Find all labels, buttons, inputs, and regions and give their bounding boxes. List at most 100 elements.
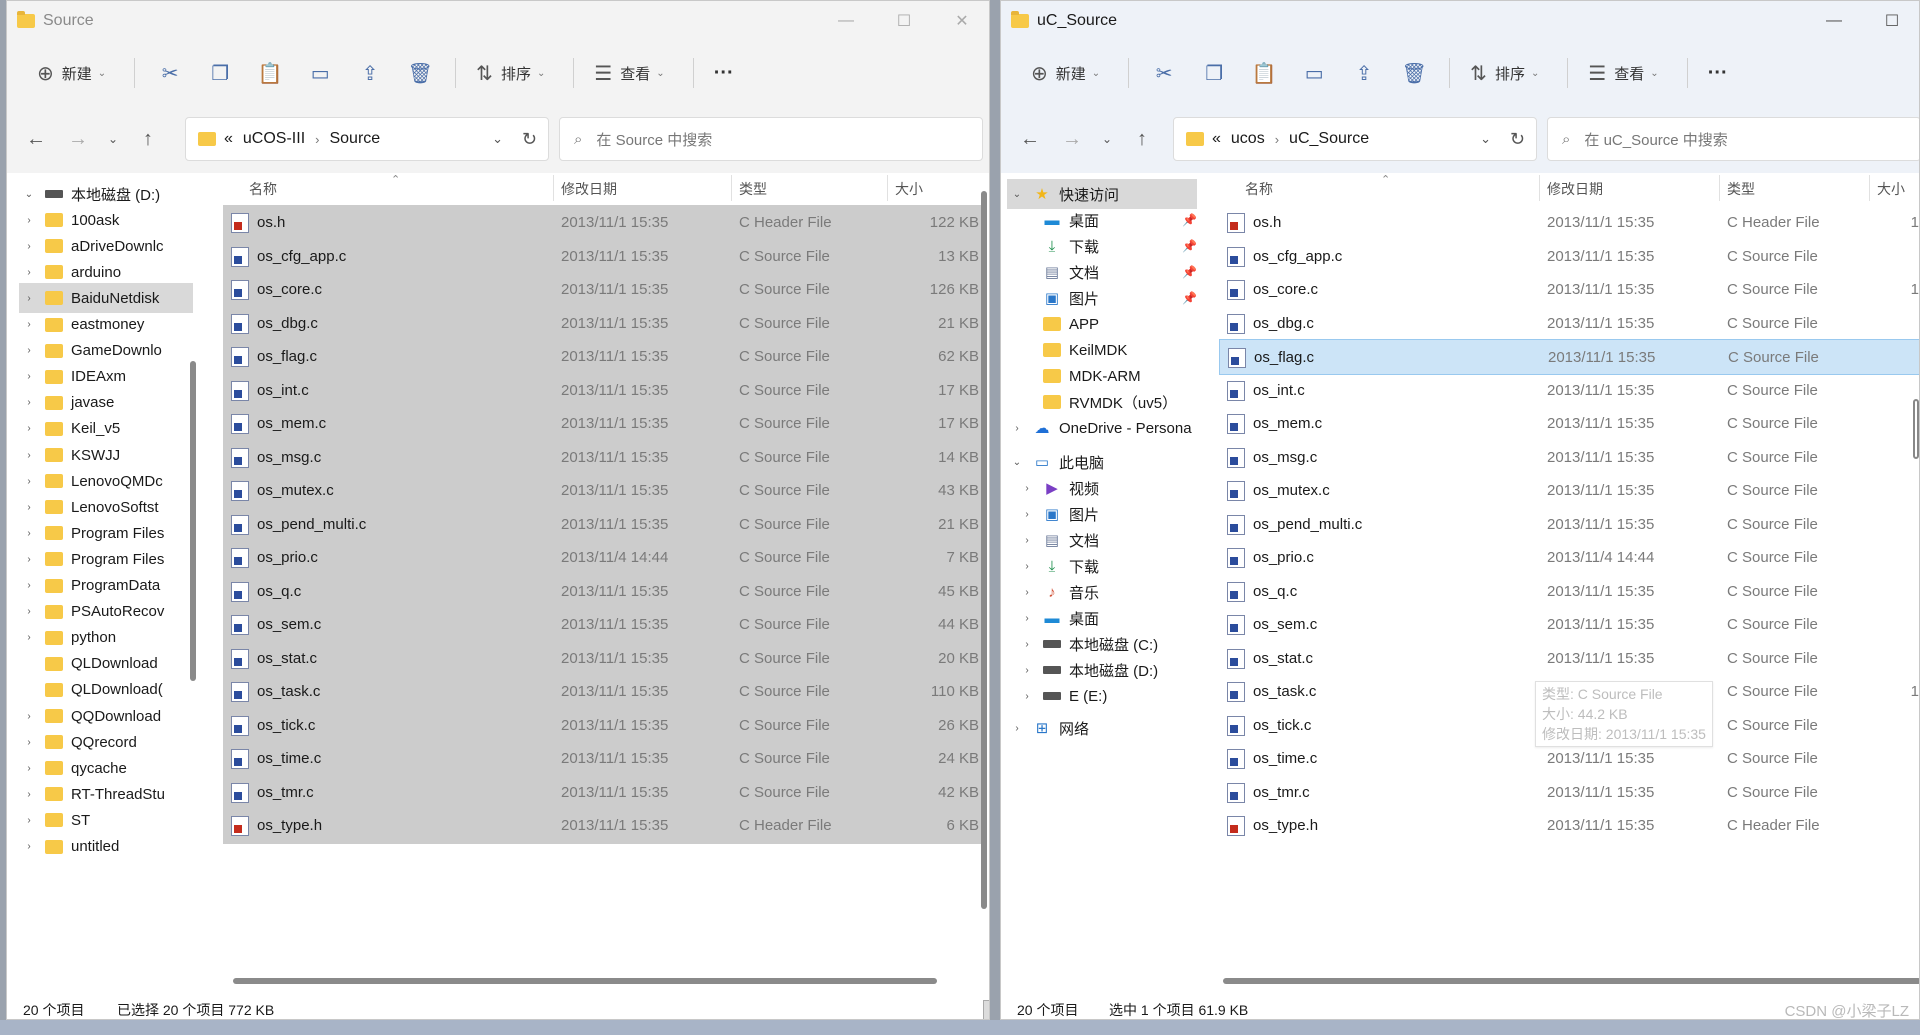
view-button[interactable]: ☰ 查看 ⌄ — [1578, 53, 1668, 93]
chevron-right-icon[interactable]: › — [19, 632, 39, 643]
file-row[interactable]: os_tick.c 2013/11/1 15:35 C Source File 26 … — [223, 707, 985, 744]
file-row[interactable]: os_pend_multi.c 2013/11/1 15:35 C Source F… — [1219, 507, 1919, 543]
chevron-right-icon[interactable]: › — [19, 371, 39, 382]
file-row[interactable]: os_time.c 2013/11/1 15:35 C Source File 24 … — [223, 741, 985, 777]
sort-button[interactable]: ⇅ 排序 ⌄ — [1460, 53, 1549, 93]
chevron-down-icon[interactable]: ⌄ — [19, 189, 39, 200]
column-divider[interactable] — [1539, 175, 1540, 201]
chevron-right-icon[interactable]: › — [19, 423, 39, 434]
file-row[interactable]: os_sem.c 2013/11/1 15:35 C Source File 44 K… — [223, 607, 985, 643]
breadcrumb-item[interactable]: ucos — [1231, 130, 1265, 148]
file-row[interactable]: os_mem.c 2013/11/1 15:35 C Source File — [1219, 406, 1919, 442]
vertical-scrollbar[interactable] — [981, 191, 987, 909]
chevron-right-icon[interactable]: › — [1017, 535, 1037, 546]
minimize-button[interactable]: — — [817, 1, 875, 41]
forward-arrow-icon[interactable]: → — [1051, 119, 1093, 159]
column-type[interactable]: 类型 — [1727, 179, 1755, 199]
chevron-right-icon[interactable]: › — [19, 580, 39, 591]
chevron-right-icon[interactable]: › — [1017, 613, 1037, 624]
file-row[interactable]: os_core.c 2013/11/1 15:35 C Source File 1 — [1219, 272, 1919, 308]
recent-chevron-icon[interactable]: ⌄ — [1093, 119, 1121, 159]
file-row[interactable]: os_msg.c 2013/11/1 15:35 C Source File — [1219, 440, 1919, 476]
chevron-down-icon[interactable]: ⌄ — [492, 131, 503, 147]
file-row[interactable]: os_stat.c 2013/11/1 15:35 C Source File 20 … — [223, 640, 985, 677]
file-row[interactable]: os_q.c 2013/11/1 15:35 C Source File 45 KB — [223, 573, 985, 610]
chevron-right-icon[interactable]: › — [1017, 639, 1037, 650]
file-row[interactable]: os_pend_multi.c 2013/11/1 15:35 C Source F… — [223, 506, 985, 543]
chevron-right-icon[interactable]: › — [19, 215, 39, 226]
copy-icon[interactable]: ❐ — [195, 53, 245, 93]
chevron-right-icon[interactable]: › — [19, 763, 39, 774]
copy-icon[interactable]: ❐ — [1189, 53, 1239, 93]
up-arrow-icon[interactable]: ↑ — [127, 119, 169, 159]
chevron-right-icon[interactable]: › — [19, 554, 39, 565]
close-button[interactable]: ✕ — [933, 1, 989, 41]
breadcrumb-item[interactable]: uC_Source — [1289, 130, 1369, 148]
file-row[interactable]: os.h 2013/11/1 15:35 C Header File 122 KB — [223, 205, 985, 241]
breadcrumb-overflow[interactable]: « — [1212, 130, 1221, 148]
file-row[interactable]: os_cfg_app.c 2013/11/1 15:35 C Source File — [1219, 239, 1919, 275]
forward-arrow-icon[interactable]: → — [57, 119, 99, 159]
paste-icon[interactable]: 📋 — [1239, 53, 1289, 93]
nav-item[interactable]: › E (E:) — [1017, 681, 1197, 711]
chevron-down-icon[interactable]: ⌄ — [1007, 457, 1027, 468]
column-size[interactable]: 大小 — [895, 179, 923, 199]
nav-item[interactable]: › ☁ OneDrive - Persona — [1007, 413, 1197, 443]
chevron-right-icon[interactable]: › — [1017, 665, 1037, 676]
chevron-right-icon[interactable]: › — [1017, 509, 1037, 520]
breadcrumb-overflow[interactable]: « — [224, 130, 233, 148]
rename-icon[interactable]: ▭ — [295, 53, 345, 93]
column-date[interactable]: 修改日期 — [1547, 179, 1603, 199]
file-row[interactable]: os_dbg.c 2013/11/1 15:35 C Source File — [1219, 306, 1919, 342]
maximize-button[interactable]: ☐ — [875, 1, 933, 41]
rename-icon[interactable]: ▭ — [1289, 53, 1339, 93]
tiles-view-icon[interactable]: ▢ — [983, 1000, 989, 1019]
more-button[interactable]: ··· — [704, 53, 744, 93]
share-icon[interactable]: ⇪ — [345, 53, 395, 93]
column-divider[interactable] — [1719, 175, 1720, 201]
chevron-right-icon[interactable]: › — [19, 319, 39, 330]
chevron-right-icon[interactable]: › — [19, 502, 39, 513]
chevron-right-icon[interactable]: › — [19, 528, 39, 539]
file-row[interactable]: os_tmr.c 2013/11/1 15:35 C Source File — [1219, 775, 1919, 811]
cut-icon[interactable]: ✂ — [1139, 53, 1189, 93]
new-button[interactable]: ⊕ 新建 ⌄ — [1021, 53, 1110, 93]
chevron-right-icon[interactable]: › — [19, 841, 39, 852]
chevron-right-icon[interactable]: › — [1017, 587, 1037, 598]
chevron-right-icon[interactable]: › — [1007, 723, 1027, 734]
horizontal-scrollbar[interactable] — [1223, 978, 1919, 984]
file-row[interactable]: os_cfg_app.c 2013/11/1 15:35 C Source File… — [223, 238, 985, 275]
column-divider[interactable] — [731, 175, 732, 201]
column-name[interactable]: 名称 — [1245, 179, 1273, 199]
chevron-down-icon[interactable]: ⌄ — [1007, 189, 1027, 200]
chevron-right-icon[interactable]: › — [19, 737, 39, 748]
chevron-right-icon[interactable]: › — [19, 397, 39, 408]
file-row[interactable]: os_dbg.c 2013/11/1 15:35 C Source File 21 K… — [223, 305, 985, 342]
search-input[interactable]: ⌕ 在 uC_Source 中搜索 — [1547, 117, 1919, 161]
column-date[interactable]: 修改日期 — [561, 179, 617, 199]
chevron-right-icon[interactable]: › — [19, 711, 39, 722]
chevron-right-icon[interactable]: › — [19, 815, 39, 826]
file-row[interactable]: os_prio.c 2013/11/4 14:44 C Source File — [1219, 540, 1919, 576]
file-row[interactable]: os_mutex.c 2013/11/1 15:35 C Source File 43… — [223, 473, 985, 509]
file-row[interactable]: os_flag.c 2013/11/1 15:35 C Source File 62 … — [223, 339, 985, 375]
minimize-button[interactable]: — — [1805, 1, 1863, 41]
file-row[interactable]: os_type.h 2013/11/1 15:35 C Header File 6 K… — [223, 808, 985, 844]
column-size[interactable]: 大小 — [1877, 179, 1905, 199]
breadcrumb-item[interactable]: uCOS-III — [243, 130, 305, 148]
chevron-right-icon[interactable]: › — [19, 476, 39, 487]
chevron-right-icon[interactable]: › — [19, 293, 39, 304]
file-row[interactable]: os_flag.c 2013/11/1 15:35 C Source File — [1219, 339, 1919, 375]
cut-icon[interactable]: ✂ — [145, 53, 195, 93]
chevron-right-icon[interactable]: › — [1017, 483, 1037, 494]
chevron-right-icon[interactable]: › — [1007, 423, 1027, 434]
maximize-button[interactable]: ☐ — [1863, 1, 1919, 41]
column-name[interactable]: 名称 — [249, 179, 277, 199]
file-row[interactable]: os.h 2013/11/1 15:35 C Header File 1 — [1219, 205, 1919, 241]
file-row[interactable]: os_q.c 2013/11/1 15:35 C Source File — [1219, 574, 1919, 610]
sort-button[interactable]: ⇅ 排序 ⌄ — [466, 53, 555, 93]
nav-item[interactable]: › ⊞ 网络 — [1007, 713, 1197, 743]
chevron-down-icon[interactable]: ⌄ — [1480, 131, 1491, 147]
recent-chevron-icon[interactable]: ⌄ — [99, 119, 127, 159]
file-row[interactable]: os_mutex.c 2013/11/1 15:35 C Source File — [1219, 473, 1919, 509]
